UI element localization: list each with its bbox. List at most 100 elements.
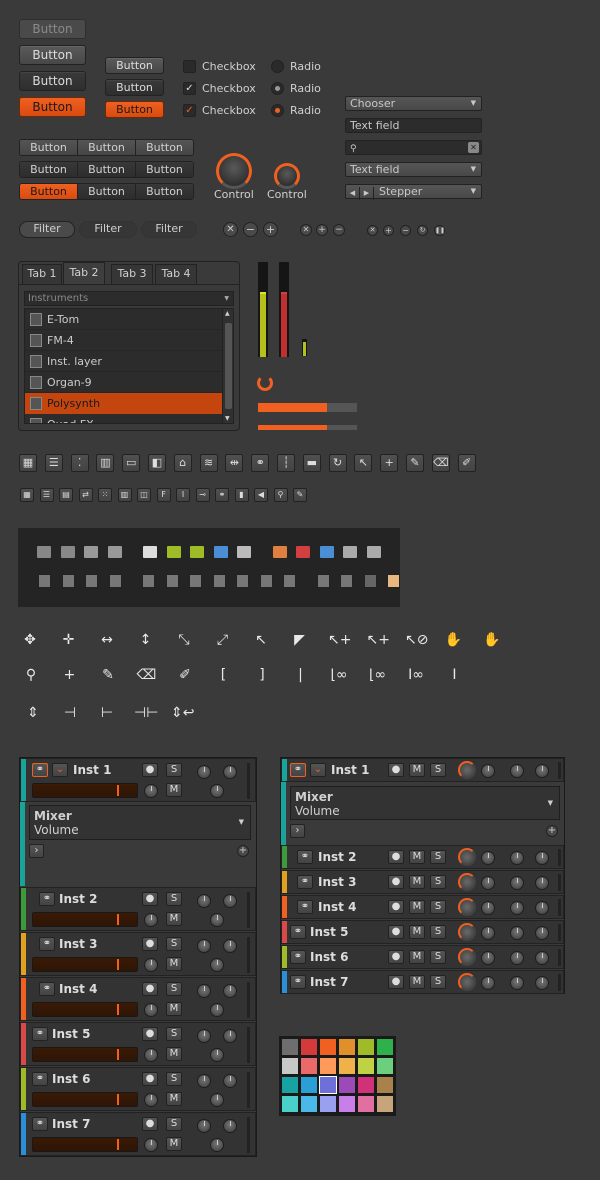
send-knob[interactable] xyxy=(223,894,237,908)
pan-knob[interactable] xyxy=(481,851,495,865)
color-swatch[interactable] xyxy=(282,1096,298,1112)
filter-pill[interactable]: Filter xyxy=(79,221,137,238)
panel-icon[interactable]: ◧ xyxy=(148,454,166,472)
track[interactable]: ⚭ Inst 4 ● S M xyxy=(20,977,256,1021)
track[interactable]: ⚭ ⌄ Inst 1 ● S M xyxy=(20,758,256,802)
link-icon[interactable]: ⚭ xyxy=(290,975,306,989)
solo-button[interactable]: S xyxy=(430,763,446,777)
plus-icon[interactable]: + xyxy=(263,222,278,237)
minus-icon[interactable]: − xyxy=(243,222,258,237)
mute-button[interactable]: M xyxy=(166,1002,182,1016)
send-knob[interactable] xyxy=(535,901,549,915)
send-knob[interactable] xyxy=(510,876,524,890)
minus-icon[interactable]: − xyxy=(400,225,411,236)
dots-icon[interactable]: ⁚ xyxy=(70,454,89,472)
pin-icon[interactable]: ✎ xyxy=(293,488,307,502)
layers-icon[interactable]: ◫ xyxy=(137,488,151,502)
link-icon[interactable]: ⚭ xyxy=(290,925,306,939)
track[interactable]: ⚭ Inst 5 ● M S xyxy=(281,920,564,944)
pan-knob[interactable] xyxy=(144,913,158,927)
send-knob[interactable] xyxy=(197,1029,211,1043)
color-swatch[interactable] xyxy=(358,1096,374,1112)
button-normal[interactable]: Button xyxy=(19,45,86,65)
instrument-list[interactable]: E-Tom FM-4 Inst. layer Organ-9 Polysynth Quad… xyxy=(24,308,234,424)
solo-button[interactable]: S xyxy=(430,900,446,914)
send-knob[interactable] xyxy=(210,1048,224,1062)
chooser[interactable]: Chooser ▼ xyxy=(345,96,482,111)
pan-knob[interactable] xyxy=(144,1003,158,1017)
send-knob[interactable] xyxy=(223,984,237,998)
tab-3[interactable]: Tab 3 xyxy=(111,264,153,284)
link-icon[interactable]: ⚭ xyxy=(297,900,313,914)
list-item[interactable]: Inst. layer xyxy=(25,351,223,372)
volume-fader[interactable] xyxy=(32,1092,138,1107)
color-swatch[interactable] xyxy=(319,1076,337,1094)
search-field[interactable]: ⚲ ✕ xyxy=(345,140,482,155)
mute-button[interactable]: M xyxy=(166,957,182,971)
color-palette[interactable] xyxy=(279,1036,396,1116)
send-knob[interactable] xyxy=(535,951,549,965)
segmented-selected[interactable]: Button Button Button xyxy=(19,183,194,200)
layers-icon[interactable]: ≋ xyxy=(199,454,218,472)
send-knob[interactable] xyxy=(223,1119,237,1133)
link-icon[interactable]: ⚭ xyxy=(32,1117,48,1131)
send-knob[interactable] xyxy=(535,764,549,778)
control-knob-large[interactable] xyxy=(216,153,252,189)
eraser-icon[interactable]: ⌫ xyxy=(431,454,450,472)
button-active[interactable]: Button xyxy=(19,97,86,117)
grid-icon[interactable]: ▦ xyxy=(19,454,37,472)
record-button[interactable]: ● xyxy=(142,937,158,951)
volume-fader[interactable] xyxy=(32,1137,138,1152)
track[interactable]: ⚭ Inst 3 ● M S xyxy=(281,870,564,894)
bars-icon[interactable]: ┆ xyxy=(277,454,295,472)
color-swatch[interactable] xyxy=(377,1077,393,1093)
mute-button[interactable]: M xyxy=(409,875,425,889)
send-knob[interactable] xyxy=(197,939,211,953)
speaker-icon[interactable]: ◀ xyxy=(254,488,268,502)
text-field-dropdown[interactable]: Text field ▼ xyxy=(345,162,482,177)
small-button-pressed[interactable]: Button xyxy=(105,79,164,96)
track[interactable]: ⚭ Inst 2 ● M S xyxy=(281,845,564,869)
mute-button[interactable]: M xyxy=(409,925,425,939)
volume-knob[interactable] xyxy=(458,948,476,966)
send-knob[interactable] xyxy=(510,764,524,778)
link-icon[interactable]: ⚭ xyxy=(39,982,55,996)
send-knob[interactable] xyxy=(197,984,211,998)
solo-button[interactable]: S xyxy=(430,950,446,964)
solo-button[interactable]: S xyxy=(430,975,446,989)
mute-button[interactable]: M xyxy=(409,900,425,914)
send-knob[interactable] xyxy=(535,851,549,865)
track[interactable]: ⚭ Inst 7 ● S M xyxy=(20,1112,256,1156)
pan-knob[interactable] xyxy=(144,784,158,798)
color-swatch[interactable] xyxy=(282,1058,298,1074)
close-icon[interactable]: ✕ xyxy=(367,225,378,236)
pan-knob[interactable] xyxy=(144,1138,158,1152)
small-button-normal[interactable]: Button xyxy=(105,57,164,74)
solo-button[interactable]: S xyxy=(166,982,182,996)
pause-icon[interactable]: ❚❚ xyxy=(434,225,445,236)
solo-button[interactable]: S xyxy=(430,875,446,889)
link-icon[interactable]: ⚭ xyxy=(290,950,306,964)
color-swatch[interactable] xyxy=(377,1039,393,1055)
color-swatch[interactable] xyxy=(377,1096,393,1112)
probe-icon[interactable]: ⚲ xyxy=(273,488,288,502)
step-right-icon[interactable]: ▶ xyxy=(360,187,374,200)
control-knob-small[interactable] xyxy=(274,163,300,189)
send-knob[interactable] xyxy=(210,784,224,798)
color-swatch[interactable] xyxy=(282,1039,298,1055)
send-knob[interactable] xyxy=(197,765,211,779)
record-button[interactable]: ● xyxy=(388,875,404,889)
solo-button[interactable]: S xyxy=(430,925,446,939)
tab-2[interactable]: Tab 2 xyxy=(63,262,105,284)
minus-icon[interactable]: − xyxy=(333,224,345,236)
plus-icon[interactable]: + xyxy=(237,845,249,857)
segment[interactable]: Button xyxy=(136,184,193,199)
send-knob[interactable] xyxy=(535,926,549,940)
track[interactable]: ⚭ Inst 6 ● M S xyxy=(281,945,564,969)
color-swatch[interactable] xyxy=(301,1058,317,1074)
color-swatch[interactable] xyxy=(339,1039,355,1055)
filter-pill[interactable]: Filter xyxy=(19,221,75,238)
segmented-dark[interactable]: Button Button Button xyxy=(19,161,194,178)
color-swatch[interactable] xyxy=(358,1077,374,1093)
record-button[interactable]: ● xyxy=(142,1072,158,1086)
